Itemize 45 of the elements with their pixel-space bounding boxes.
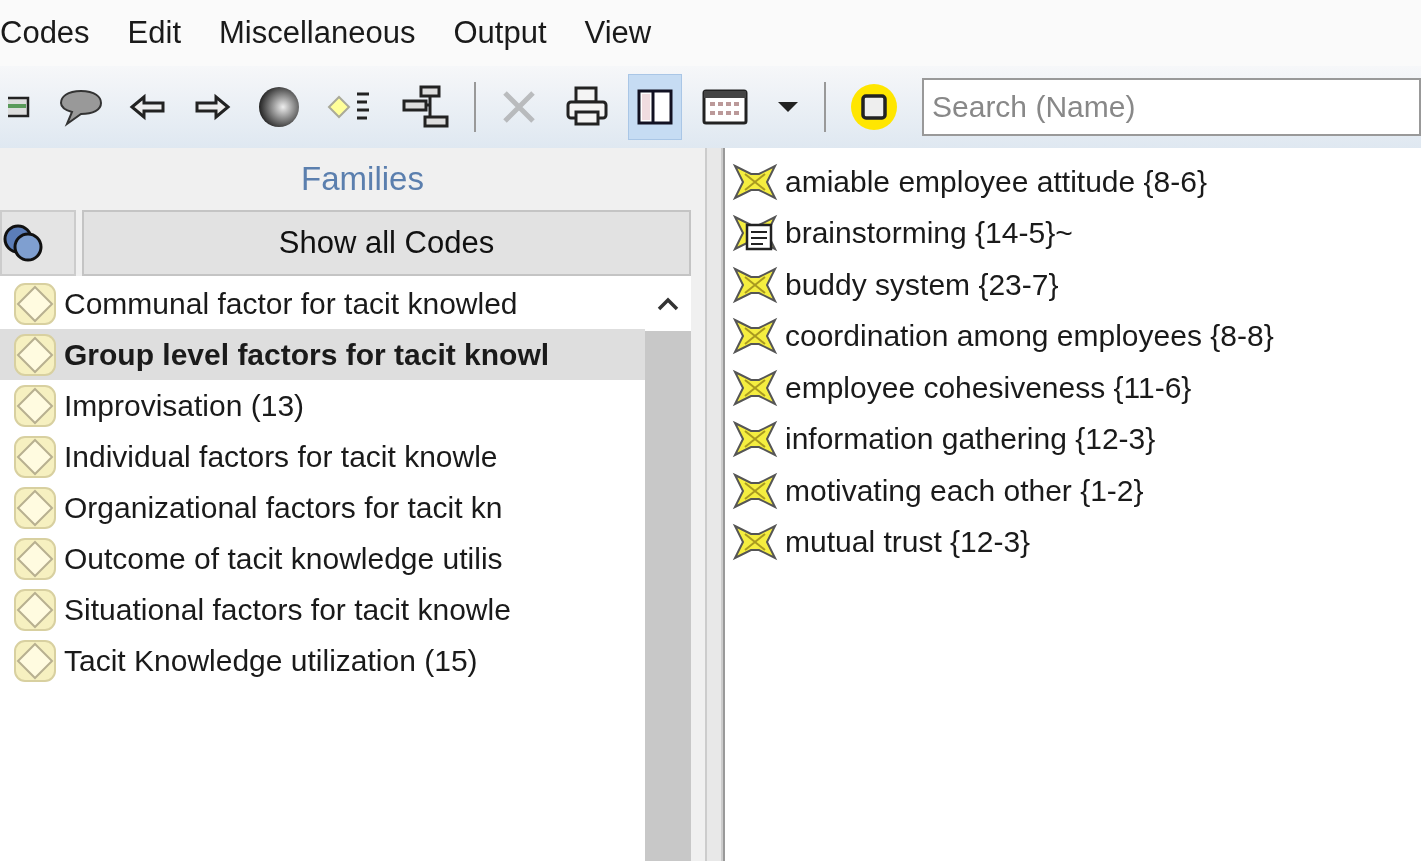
code-item[interactable]: motivating each other {1-2} <box>725 465 1421 517</box>
panel-title: Families <box>300 159 425 199</box>
sets-button[interactable] <box>0 210 76 276</box>
tree-icon <box>401 84 451 130</box>
family-item[interactable]: Individual factors for tacit knowle <box>0 431 645 482</box>
family-item[interactable]: Outcome of tacit knowledge utilis <box>0 533 645 584</box>
family-icon <box>12 382 58 429</box>
show-all-button[interactable]: Show all Codes <box>82 210 691 276</box>
code-item[interactable]: information gathering {12-3} <box>725 413 1421 465</box>
calendar-icon <box>701 87 749 127</box>
family-item[interactable]: Organizational factors for tacit kn <box>0 482 645 533</box>
menu-item[interactable]: Codes <box>0 13 90 53</box>
family-item[interactable]: Communal factor for tacit knowled <box>0 278 645 329</box>
code-item[interactable]: brainstorming {14-5}~ <box>725 207 1421 259</box>
search-field[interactable]: Search (Name) <box>922 78 1421 136</box>
sphere-icon <box>257 85 301 129</box>
scrollbar-thumb[interactable] <box>645 331 691 861</box>
family-icon <box>12 637 58 684</box>
caret-up-icon <box>657 296 679 311</box>
caret-icon <box>776 100 800 114</box>
printer-icon <box>565 85 609 129</box>
code-item[interactable]: mutual trust {12-3} <box>725 516 1421 568</box>
split-pane-icon <box>635 87 675 127</box>
code-item[interactable]: amiable employee attitude {8-6} <box>725 156 1421 208</box>
family-icon <box>12 535 58 582</box>
family-icon <box>12 586 58 633</box>
menu-item[interactable]: Edit <box>127 13 182 53</box>
right-arrow-icon <box>193 92 231 122</box>
left-arrow-icon <box>129 92 167 122</box>
menu-item[interactable]: Output <box>453 13 547 53</box>
family-icon <box>12 331 58 378</box>
family-item[interactable]: Tacit Knowledge utilization (15) <box>0 635 645 686</box>
code-item[interactable]: coordination among employees {8-8} <box>725 310 1421 362</box>
family-icon <box>12 280 58 327</box>
menu-item[interactable]: View <box>584 13 652 53</box>
code-item[interactable]: employee cohesiveness {11-6} <box>725 362 1421 414</box>
menu-item[interactable]: Miscellaneous <box>219 13 416 53</box>
family-icon <box>12 433 58 480</box>
family-icon <box>12 484 58 531</box>
family-item[interactable]: Situational factors for tacit knowle <box>0 584 645 635</box>
family-item[interactable]: Improvisation (13) <box>0 380 645 431</box>
code-item[interactable]: buddy system {23-7} <box>725 259 1421 311</box>
family-item[interactable]: Group level factors for tacit knowl <box>0 329 645 380</box>
split-button[interactable] <box>628 74 682 140</box>
speech-bubble-icon <box>59 87 103 127</box>
